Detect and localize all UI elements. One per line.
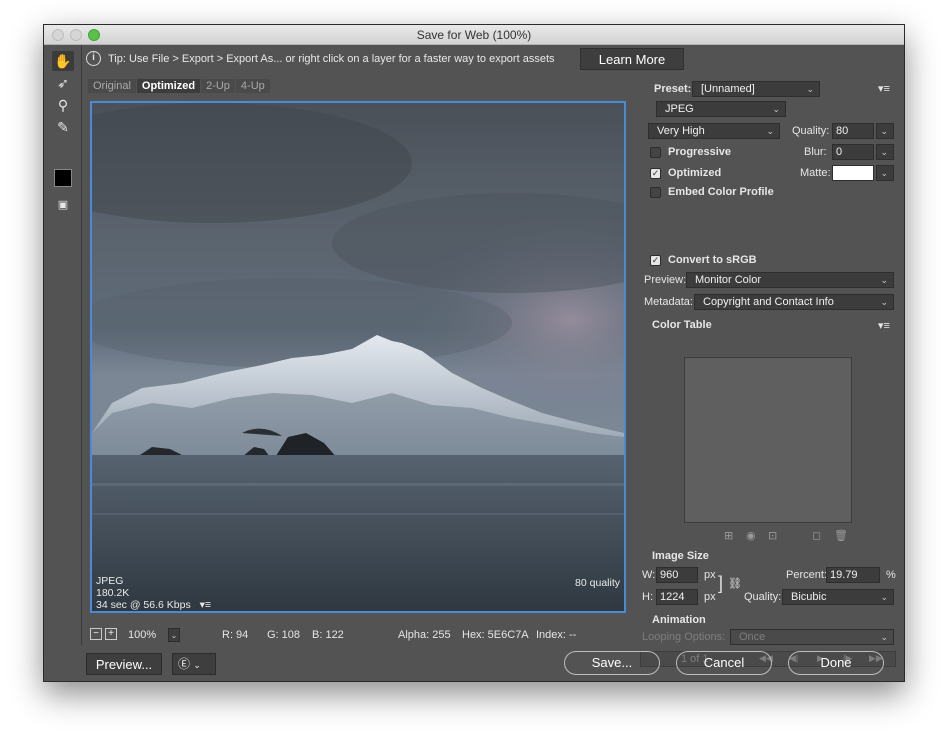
map-color-icon[interactable]: ⊞ [724,529,733,542]
quality-slider-button[interactable]: ⌄ [876,123,894,139]
link-chain-icon[interactable]: ⛓ [728,577,742,590]
tab-optimized[interactable]: Optimized [136,79,201,93]
image-size-label: Image Size [652,550,709,562]
zoom-in-button[interactable]: + [105,628,117,640]
download-speed-menu-icon[interactable]: ▾≡ [200,599,211,611]
browser-select-dropdown[interactable]: Ⓔ ⌄ [172,653,216,675]
pixel-red: R: 94 [222,629,249,641]
pixel-green: G: 108 [267,629,301,641]
file-format-dropdown[interactable]: JPEG ⌄ [656,101,786,117]
optimized-preview[interactable]: JPEG 180.2K 34 sec @ 56.6 Kbps ▾≡ 80 qua… [90,101,626,613]
pixel-alpha: Alpha: 255 [398,629,451,641]
percent-field[interactable]: 19.79 [826,567,880,583]
tip-text: Tip: Use File > Export > Export As... or… [108,53,555,65]
width-label: W: [642,569,656,581]
preview-label: Preview: [644,274,687,286]
tab-4-up[interactable]: 4-Up [235,79,270,93]
delete-color-icon[interactable]: 🗑 [834,529,848,542]
done-button[interactable]: Done [788,651,884,675]
zoom-level: 100% [128,629,157,641]
animation-label: Animation [652,614,706,626]
compression-quality-dropdown[interactable]: Very High ⌄ [648,123,780,139]
height-unit: px [704,591,716,603]
save-button[interactable]: Save... [564,651,660,675]
height-field[interactable]: 1224 [656,589,698,605]
looping-options-dropdown[interactable]: Once ⌄ [730,629,894,645]
hand-tool-icon[interactable]: ✋ [52,51,74,71]
convert-srgb-checkbox[interactable]: ✓ [650,255,661,266]
blur-slider-button[interactable]: ⌄ [876,144,894,160]
tab-2-up[interactable]: 2-Up [201,79,235,93]
matte-label: Matte: [800,167,831,179]
pixel-blue: B: 122 [312,629,344,641]
progressive-checkbox[interactable] [650,147,661,158]
save-for-web-window: Save for Web (100%) ✋ ➶ ⚲ ✎ ▣ i Tip: Use… [43,24,905,682]
color-table-label: Color Table [652,319,712,331]
bottom-bar: Preview... Ⓔ ⌄ Save... Cancel Done [44,649,904,681]
info-icon: i [86,51,101,66]
eyedropper-tool-icon[interactable]: ✎ [52,117,74,137]
embed-color-profile-checkbox[interactable] [650,187,661,198]
percent-unit: % [886,569,896,581]
color-table [684,357,852,523]
lock-color-icon[interactable]: ⊡ [768,529,777,542]
width-field[interactable]: 960 [656,567,698,583]
preview-download-time: 34 sec @ 56.6 Kbps ▾≡ [96,599,212,611]
matte-color-swatch[interactable] [832,165,874,181]
preview-info: JPEG 180.2K 34 sec @ 56.6 Kbps ▾≡ [96,575,211,611]
matte-dropdown[interactable]: ⌄ [876,165,894,181]
title-bar: Save for Web (100%) [44,25,904,45]
width-unit: px [704,569,716,581]
constrain-bracket-icon: ] [718,573,724,593]
tool-strip: ✋ ➶ ⚲ ✎ ▣ [44,45,82,645]
metadata-label: Metadata: [644,296,693,308]
blur-field[interactable]: 0 [832,144,874,160]
view-tabs: Original Optimized 2-Up 4-Up [88,79,271,95]
eyedropper-color-swatch[interactable] [54,169,72,187]
learn-more-button[interactable]: Learn More [580,48,684,70]
looping-options-label: Looping Options: [642,631,726,643]
settings-panel: Preset: [Unnamed] ⌄ ▾≡ JPEG ⌄ Very High ⌄ Q… [640,73,896,667]
preview-file-size: 180.2K [96,587,130,599]
toggle-slices-icon[interactable]: ▣ [52,195,74,215]
preset-label: Preset: [654,83,692,95]
zoom-level-dropdown[interactable]: ⌄ [168,628,180,642]
quality-field[interactable]: 80 [832,123,874,139]
preset-dropdown[interactable]: [Unnamed] ⌄ [692,81,820,97]
blur-label: Blur: [804,146,827,158]
landscape-image [92,103,624,611]
preview-quality: 80 quality [575,577,620,589]
status-bar: − + 100% ⌄ R: 94 G: 108 B: 122 Alpha: 25… [88,627,632,644]
cancel-button[interactable]: Cancel [676,651,772,675]
zoom-out-button[interactable]: − [90,628,102,640]
tip-bar: i Tip: Use File > Export > Export As... … [82,45,904,73]
zoom-tool-icon[interactable]: ⚲ [52,95,74,115]
pixel-index: Index: -- [536,629,577,641]
preview-in-browser-button[interactable]: Preview... [86,653,162,675]
resample-quality-label: Quality: [744,591,782,603]
web-shift-icon[interactable]: ◉ [746,529,756,542]
progressive-label: Progressive [668,146,731,158]
embed-color-profile-label: Embed Color Profile [668,186,774,198]
metadata-dropdown[interactable]: Copyright and Contact Info ⌄ [694,294,894,310]
preview-color-dropdown[interactable]: Monitor Color ⌄ [686,272,894,288]
slice-select-tool-icon[interactable]: ➶ [52,73,74,93]
window-title: Save for Web (100%) [416,28,532,42]
optimized-checkbox[interactable]: ✓ [650,168,661,179]
percent-label: Percent: [786,569,827,581]
new-color-icon[interactable]: ◻ [812,529,821,542]
convert-srgb-label: Convert to sRGB [668,254,757,266]
height-label: H: [642,591,653,603]
tab-original[interactable]: Original [88,79,136,93]
resample-quality-dropdown[interactable]: Bicubic ⌄ [782,589,894,605]
color-table-menu-icon[interactable]: ▾≡ [878,319,890,332]
quality-label: Quality: [792,125,830,137]
preview-format: JPEG [96,575,124,587]
optimized-label: Optimized [668,167,722,179]
pixel-hex: Hex: 5E6C7A [462,629,529,641]
optimize-menu-icon[interactable]: ▾≡ [878,82,890,95]
